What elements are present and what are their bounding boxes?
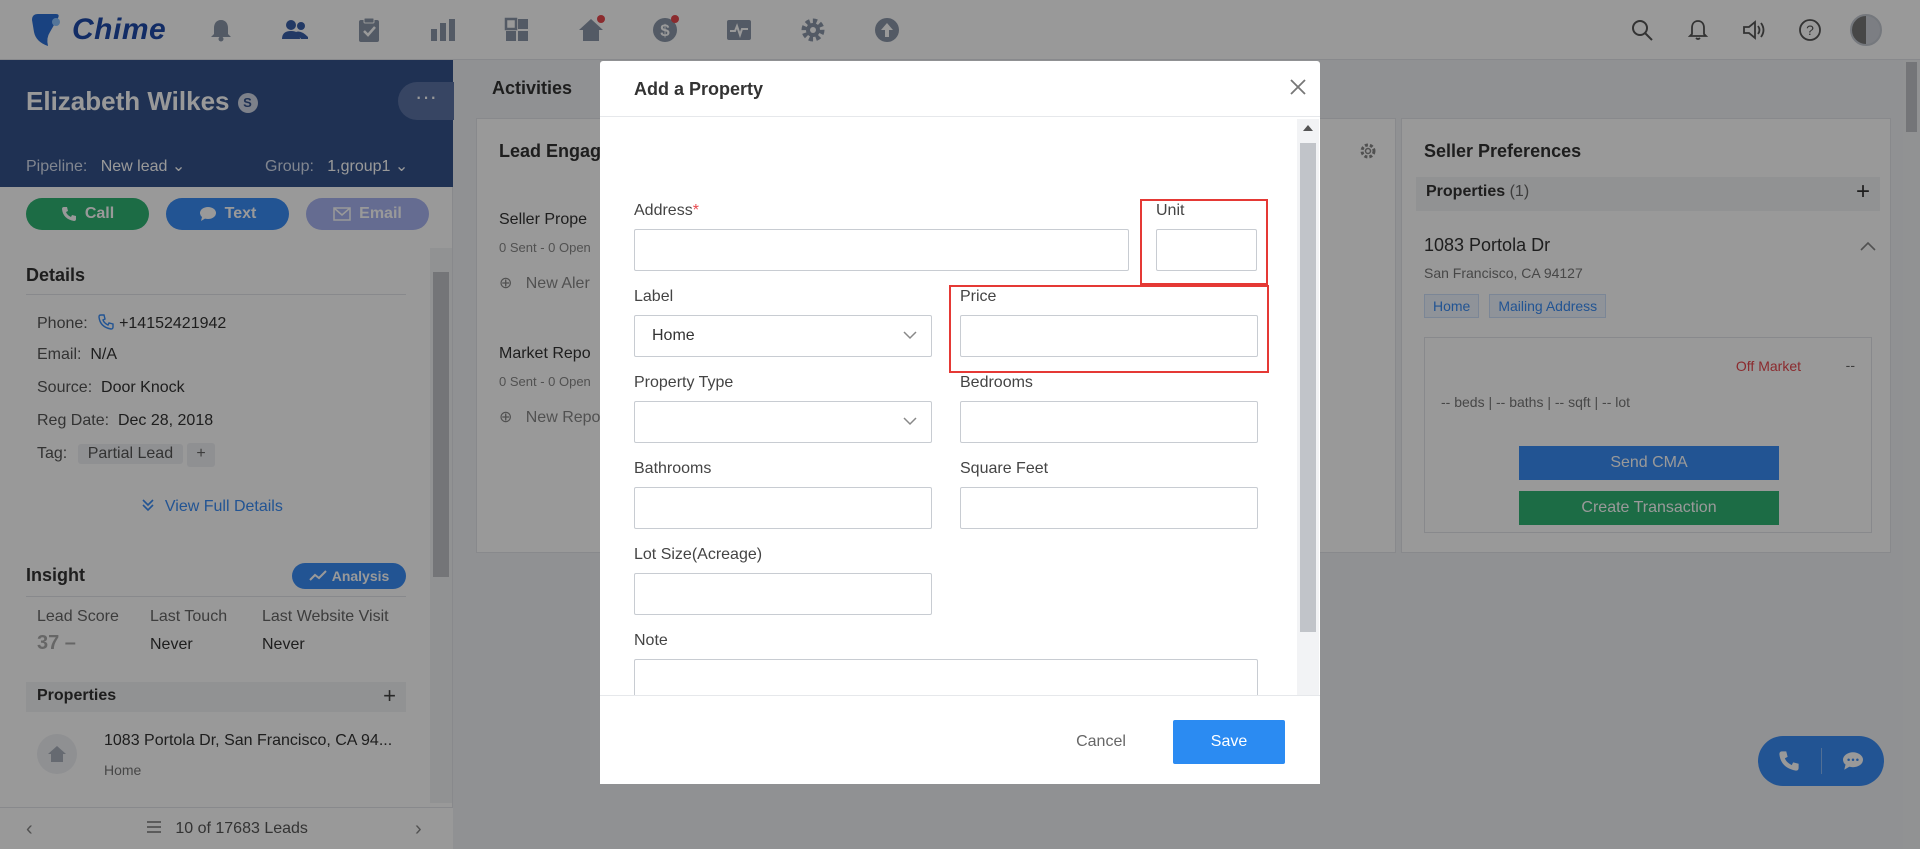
address-input[interactable] [634,229,1129,271]
bedrooms-label: Bedrooms [960,374,1033,391]
square-feet-input[interactable] [960,487,1258,529]
dialog-header: Add a Property [600,61,1320,117]
address-label: Address* [634,202,699,220]
bedrooms-input[interactable] [960,401,1258,443]
bathrooms-input[interactable] [634,487,932,529]
scroll-up-arrow[interactable] [1303,125,1313,131]
chevron-down-icon [903,331,917,340]
property-type-label: Property Type [634,374,734,391]
dialog-scrollbar[interactable] [1297,119,1319,756]
dialog-title: Add a Property [634,79,764,99]
save-button[interactable]: Save [1173,720,1285,764]
square-feet-label: Square Feet [960,460,1049,477]
address-label-text: Address [634,202,693,219]
close-icon[interactable] [1286,75,1310,99]
label-label: Label [634,288,674,305]
property-type-select[interactable] [634,401,932,443]
label-select[interactable]: Home [634,315,932,357]
dialog-form: Address* Unit Label Home Price Property … [600,118,1320,755]
chevron-down-icon [903,417,917,426]
note-label: Note [634,632,668,649]
add-property-dialog: Add a Property Address* Unit Label Home … [600,61,1320,784]
required-mark: * [692,202,699,219]
lot-size-label: Lot Size(Acreage) [634,546,763,563]
scrollbar-thumb[interactable] [1300,143,1316,632]
cancel-button[interactable]: Cancel [1053,720,1149,764]
lot-size-input[interactable] [634,573,932,615]
price-highlight-box [949,285,1269,373]
unit-highlight-box [1140,199,1268,285]
label-select-value: Home [652,327,695,344]
dialog-footer: Cancel Save [600,695,1320,784]
bathrooms-label: Bathrooms [634,460,712,477]
